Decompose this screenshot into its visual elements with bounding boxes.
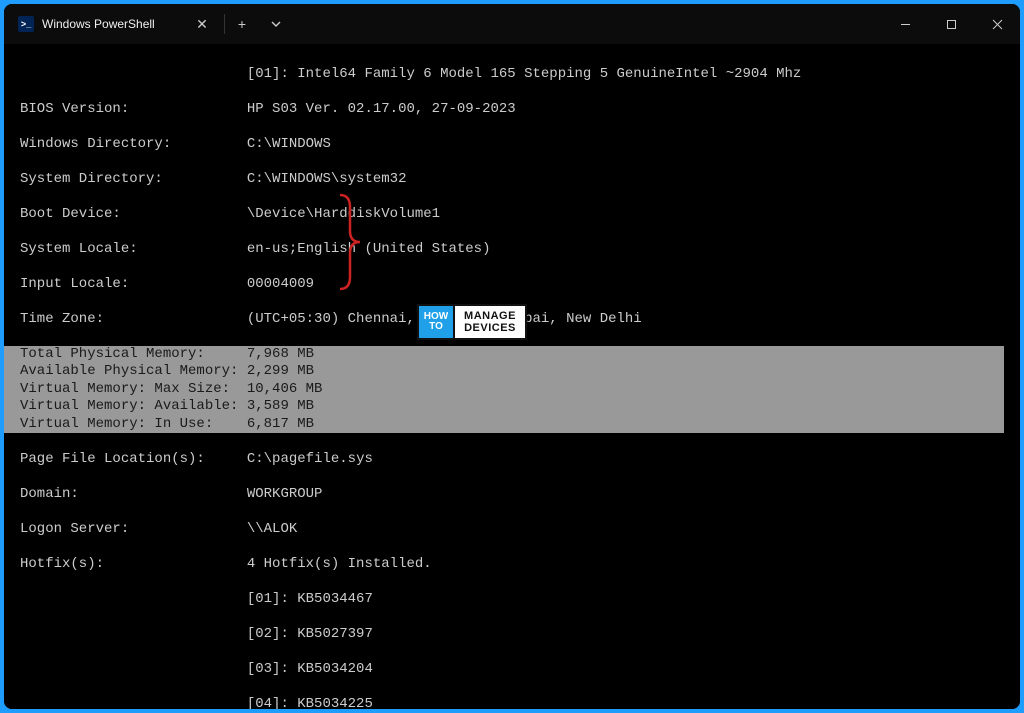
watermark-logo: HOW TO MANAGE DEVICES [417,304,527,340]
output-line: Boot Device: \Device\HarddiskVolume1 [20,206,1020,224]
output-line: [01]: Intel64 Family 6 Model 165 Steppin… [20,66,1020,84]
output-line: Virtual Memory: Max Size: 10,406 MB [20,381,1004,399]
output-line: Total Physical Memory: 7,968 MB [20,346,1004,364]
output-line: [02]: KB5027397 [20,626,1020,644]
logo-right: MANAGE DEVICES [455,306,525,338]
output-line: Domain: WORKGROUP [20,486,1020,504]
output-line: Available Physical Memory: 2,299 MB [20,363,1004,381]
close-button[interactable] [974,4,1020,44]
tab-powershell[interactable]: >_ Windows PowerShell ✕ [4,4,224,44]
titlebar: >_ Windows PowerShell ✕ + [4,4,1020,44]
output-line: [01]: KB5034467 [20,591,1020,609]
output-line: Hotfix(s): 4 Hotfix(s) Installed. [20,556,1020,574]
window-controls [882,4,1020,44]
output-line: BIOS Version: HP S03 Ver. 02.17.00, 27-0… [20,101,1020,119]
output-line: Logon Server: \\ALOK [20,521,1020,539]
highlighted-memory-block: Total Physical Memory: 7,968 MBAvailable… [4,346,1004,434]
close-icon [992,19,1003,30]
maximize-button[interactable] [928,4,974,44]
output-line: System Directory: C:\WINDOWS\system32 [20,171,1020,189]
chevron-down-icon [271,19,281,29]
output-line: Virtual Memory: Available: 3,589 MB [20,398,1004,416]
minimize-icon [900,19,911,30]
output-line: [03]: KB5034204 [20,661,1020,679]
output-line: Virtual Memory: In Use: 6,817 MB [20,416,1004,434]
new-tab-button[interactable]: + [225,4,259,44]
terminal-window: >_ Windows PowerShell ✕ + [01]: Intel64 … [4,4,1020,709]
output-line: [04]: KB5034225 [20,696,1020,710]
tab-dropdown-button[interactable] [259,4,293,44]
output-line: Input Locale: 00004009 [20,276,1020,294]
output-line: Page File Location(s): C:\pagefile.sys [20,451,1020,469]
output-line: Windows Directory: C:\WINDOWS [20,136,1020,154]
output-line: System Locale: en-us;English (United Sta… [20,241,1020,259]
tab-close-button[interactable]: ✕ [192,14,212,34]
powershell-icon: >_ [18,16,34,32]
tab-title: Windows PowerShell [42,17,155,31]
terminal-output[interactable]: [01]: Intel64 Family 6 Model 165 Steppin… [4,44,1020,709]
maximize-icon [946,19,957,30]
logo-left: HOW TO [419,306,455,338]
minimize-button[interactable] [882,4,928,44]
